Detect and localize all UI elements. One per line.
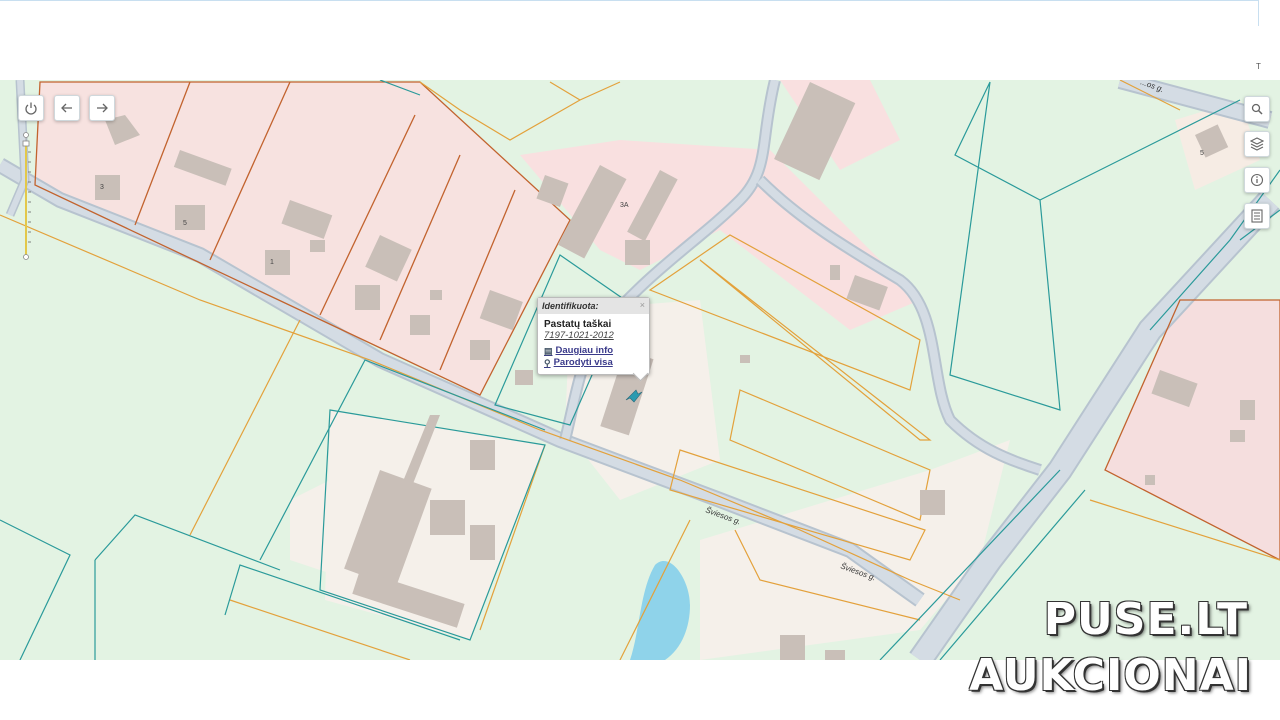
- power-button[interactable]: [18, 95, 44, 121]
- document-icon: [1251, 209, 1263, 223]
- zoom-slider[interactable]: [22, 132, 31, 260]
- top-border: [0, 0, 1258, 1]
- top-bar: T: [0, 0, 1280, 80]
- popup-title: Pastatų taškai: [544, 319, 612, 330]
- more-info-label: Daugiau info: [555, 345, 614, 356]
- identify-popup: Identifikuota: × Pastatų taškai 7197-102…: [537, 297, 650, 382]
- house-number: 5: [183, 220, 187, 227]
- magnifier-icon: ⚲: [544, 358, 551, 368]
- popup-header: Identifikuota:: [538, 298, 649, 314]
- house-number: 3: [100, 184, 104, 191]
- legend-button[interactable]: [1244, 203, 1270, 229]
- back-button[interactable]: [54, 95, 80, 121]
- watermark-line2: AUKCIONAI: [969, 650, 1252, 701]
- document-icon: ▤: [544, 346, 553, 356]
- watermark-line1: PUSE.LT: [1043, 594, 1248, 645]
- layers-button[interactable]: [1244, 131, 1270, 157]
- forward-button[interactable]: [89, 95, 115, 121]
- search-button[interactable]: [1244, 96, 1270, 122]
- power-icon: [25, 102, 37, 115]
- show-all-label: Parodyti visa: [553, 357, 613, 368]
- more-info-link[interactable]: ▤ Daugiau info: [538, 345, 649, 357]
- layers-icon: [1250, 137, 1264, 151]
- info-button[interactable]: [1244, 167, 1270, 193]
- top-border-right: [1258, 0, 1259, 26]
- map-canvas[interactable]: 3A 3 5 1 5 Šviesos g. Šviesos g. ...os g…: [0, 80, 1280, 660]
- house-number: 5: [1200, 150, 1204, 157]
- house-number: 1: [270, 259, 274, 266]
- search-icon: [1251, 103, 1263, 115]
- info-icon: [1250, 173, 1264, 187]
- popup-feature-id[interactable]: 7197-1021-2012: [538, 330, 649, 341]
- arrow-left-icon: [61, 103, 72, 113]
- show-all-link[interactable]: ⚲ Parodyti visa: [538, 357, 649, 369]
- top-mark: T: [1256, 62, 1261, 71]
- popup-close-button[interactable]: ×: [640, 300, 645, 310]
- house-number: 3A: [620, 202, 629, 209]
- arrow-right-icon: [97, 103, 108, 113]
